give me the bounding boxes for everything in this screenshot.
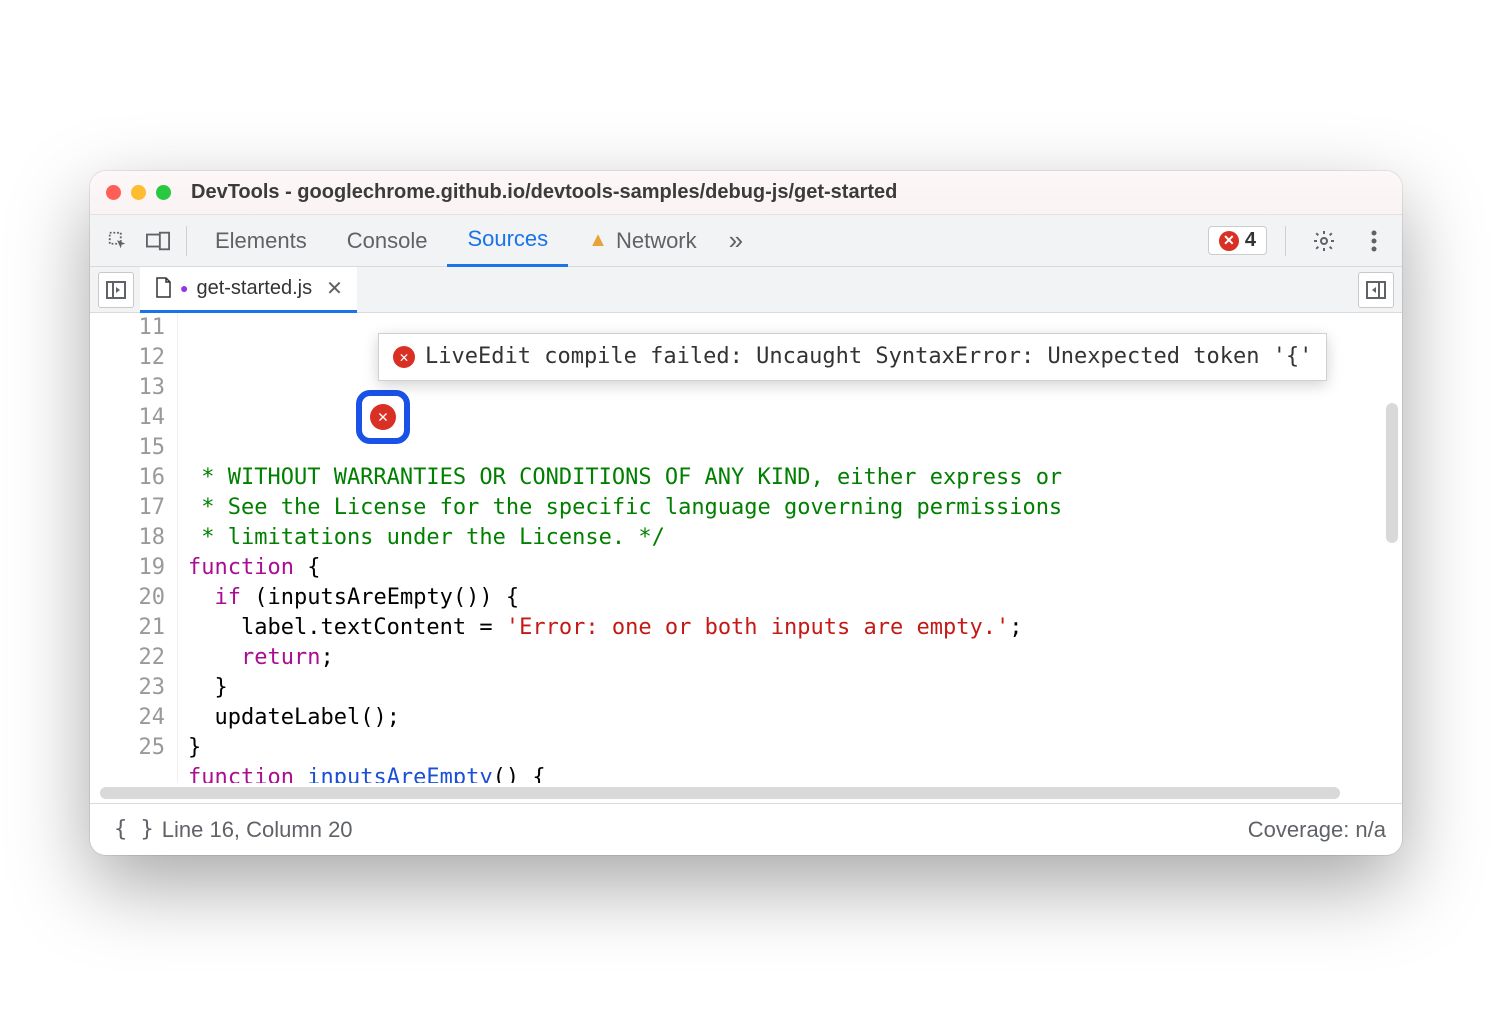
- file-tab-label: get-started.js: [196, 277, 312, 300]
- more-options-icon[interactable]: [1354, 221, 1394, 261]
- toolbar-separator-2: [1285, 226, 1286, 256]
- error-icon: ✕: [370, 404, 396, 430]
- code-line[interactable]: * WITHOUT WARRANTIES OR CONDITIONS OF AN…: [188, 463, 1402, 493]
- error-count-text: 4: [1245, 229, 1256, 252]
- close-window-button[interactable]: [106, 185, 121, 200]
- error-icon: ✕: [393, 346, 415, 368]
- coverage-status: Coverage: n/a: [1248, 817, 1386, 843]
- code-line[interactable]: * limitations under the License. */: [188, 523, 1402, 553]
- error-tooltip: ✕ LiveEdit compile failed: Uncaught Synt…: [378, 333, 1327, 381]
- panel-tabs: Elements Console Sources ▲ Network »: [195, 215, 755, 267]
- cursor-position: Line 16, Column 20: [162, 817, 353, 843]
- inspect-element-icon[interactable]: [98, 221, 138, 261]
- tab-console-label: Console: [347, 228, 428, 254]
- line-number[interactable]: 20: [90, 583, 165, 613]
- line-number[interactable]: 15: [90, 433, 165, 463]
- line-number[interactable]: 19: [90, 553, 165, 583]
- code-line[interactable]: function {: [188, 553, 1402, 583]
- code-line[interactable]: * See the License for the specific langu…: [188, 493, 1402, 523]
- code-line[interactable]: if (inputsAreEmpty()) {: [188, 583, 1402, 613]
- show-debugger-button[interactable]: [1358, 272, 1394, 308]
- code-line[interactable]: }: [188, 673, 1402, 703]
- line-number[interactable]: 25: [90, 733, 165, 763]
- code-content[interactable]: ✕ LiveEdit compile failed: Uncaught Synt…: [178, 313, 1402, 783]
- code-line[interactable]: label.textContent = 'Error: one or both …: [188, 613, 1402, 643]
- minimize-window-button[interactable]: [131, 185, 146, 200]
- window-title: DevTools - googlechrome.github.io/devtoo…: [191, 181, 897, 204]
- vertical-scrollbar[interactable]: [1386, 403, 1398, 543]
- settings-icon[interactable]: [1304, 221, 1344, 261]
- warning-icon: ▲: [588, 229, 608, 252]
- line-number[interactable]: 23: [90, 673, 165, 703]
- tab-sources-label: Sources: [467, 226, 548, 252]
- tab-elements-label: Elements: [215, 228, 307, 254]
- modified-indicator: ●: [180, 280, 188, 296]
- close-tab-button[interactable]: ✕: [326, 276, 343, 301]
- line-number[interactable]: 14: [90, 403, 165, 433]
- sources-subtoolbar: ● get-started.js ✕: [90, 267, 1402, 313]
- code-line[interactable]: }: [188, 733, 1402, 763]
- code-line[interactable]: updateLabel();: [188, 703, 1402, 733]
- horizontal-scrollbar[interactable]: [100, 787, 1340, 799]
- tab-console[interactable]: Console: [327, 215, 448, 267]
- window-titlebar: DevTools - googlechrome.github.io/devtoo…: [90, 171, 1402, 215]
- more-tabs-button[interactable]: »: [717, 225, 755, 256]
- show-navigator-button[interactable]: [98, 272, 134, 308]
- line-number[interactable]: 17: [90, 493, 165, 523]
- tab-network[interactable]: ▲ Network: [568, 215, 716, 267]
- maximize-window-button[interactable]: [156, 185, 171, 200]
- pretty-print-button[interactable]: { }: [106, 817, 162, 842]
- line-number[interactable]: 21: [90, 613, 165, 643]
- main-toolbar: Elements Console Sources ▲ Network » ✕ 4: [90, 215, 1402, 267]
- code-line[interactable]: function inputsAreEmpty() {: [188, 763, 1402, 783]
- code-line[interactable]: return;: [188, 643, 1402, 673]
- error-icon: ✕: [1219, 231, 1239, 251]
- error-tooltip-text: LiveEdit compile failed: Uncaught Syntax…: [425, 342, 1312, 372]
- tab-network-label: Network: [616, 228, 697, 254]
- line-number[interactable]: 13: [90, 373, 165, 403]
- device-toolbar-icon[interactable]: [138, 221, 178, 261]
- line-number-gutter[interactable]: 111213141516171819202122232425: [90, 313, 178, 783]
- tab-elements[interactable]: Elements: [195, 215, 327, 267]
- inline-error-marker[interactable]: ✕: [356, 390, 410, 444]
- line-number[interactable]: 12: [90, 343, 165, 373]
- line-number[interactable]: 18: [90, 523, 165, 553]
- traffic-lights: [106, 185, 171, 200]
- horizontal-scrollbar-track: [90, 783, 1402, 803]
- line-number[interactable]: 22: [90, 643, 165, 673]
- file-icon: [154, 277, 172, 299]
- line-number[interactable]: 24: [90, 703, 165, 733]
- line-number[interactable]: 16: [90, 463, 165, 493]
- tab-sources[interactable]: Sources: [447, 215, 568, 267]
- file-tab[interactable]: ● get-started.js ✕: [140, 267, 357, 313]
- code-editor[interactable]: 111213141516171819202122232425 ✕ LiveEdi…: [90, 313, 1402, 783]
- toolbar-right: ✕ 4: [1208, 221, 1394, 261]
- line-number[interactable]: 11: [90, 313, 165, 343]
- error-count-badge[interactable]: ✕ 4: [1208, 226, 1267, 255]
- devtools-window: DevTools - googlechrome.github.io/devtoo…: [90, 171, 1402, 855]
- toolbar-separator: [186, 226, 187, 256]
- status-bar: { } Line 16, Column 20 Coverage: n/a: [90, 803, 1402, 855]
